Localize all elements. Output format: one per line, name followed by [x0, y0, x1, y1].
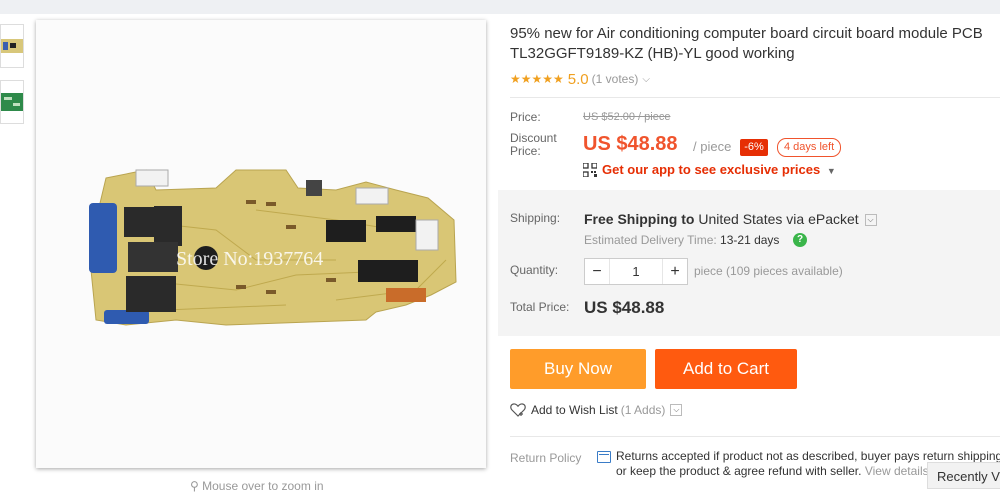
qr-code-icon [583, 163, 597, 177]
chevron-down-icon[interactable]: ⌵ [670, 404, 683, 416]
recently-viewed-tab[interactable]: Recently Viewed [927, 462, 1000, 489]
caret-down-icon: ▼ [826, 166, 836, 176]
return-policy-line-2: or keep the product & agree refund with … [616, 464, 862, 478]
top-bar [0, 0, 1000, 14]
free-shipping-text: Free Shipping to [584, 211, 695, 227]
total-price: US $48.88 [584, 298, 665, 317]
eta-label: Estimated Delivery Time: [584, 233, 717, 247]
store-watermark: Store No:1937764 [176, 248, 323, 270]
estimated-delivery: Estimated Delivery Time: 13-21 days [584, 233, 779, 247]
discount-price: US $48.88 [583, 133, 678, 155]
board-thumbnail-image [1, 39, 23, 53]
divider [510, 436, 1000, 437]
view-details-link[interactable]: View details [865, 464, 929, 478]
discount-badge: -6% [740, 139, 768, 156]
main-product-image[interactable]: Store No:1937764 [36, 20, 486, 468]
votes-count: (1 votes) [591, 72, 639, 86]
app-exclusive-prices-link[interactable]: Get our app to see exclusive prices ▼ [602, 162, 836, 177]
days-left-badge: 4 days left [777, 138, 842, 157]
total-price-label: Total Price: [510, 300, 570, 314]
return-policy-icon [597, 451, 611, 463]
quantity-input[interactable]: 1 [610, 259, 662, 284]
eta-value: 13-21 days [720, 233, 780, 247]
buy-now-button[interactable]: Buy Now [510, 349, 646, 389]
divider [510, 97, 1000, 98]
wishlist-count: (1 Adds) [620, 403, 666, 417]
chevron-down-icon[interactable]: ⌵ [642, 74, 650, 85]
app-exclusive-prices-text: Get our app to see exclusive prices [602, 162, 821, 177]
thumbnail-1[interactable] [0, 24, 24, 68]
add-to-cart-button[interactable]: Add to Cart [655, 349, 797, 389]
price-label: Price: [510, 110, 541, 124]
help-icon[interactable]: ? [793, 233, 807, 247]
original-price: US $52.00 / piece [583, 111, 671, 123]
shipping-destination: United States via ePacket [698, 211, 859, 227]
heart-icon [510, 403, 526, 417]
quantity-stepper: − 1 + [584, 258, 688, 285]
quantity-decrease-button[interactable]: − [585, 259, 610, 284]
discount-label-line-2: Price: [510, 144, 541, 158]
quantity-label: Quantity: [510, 263, 559, 277]
circuit-board-image: Store No:1937764 [89, 169, 457, 326]
rating[interactable]: ★★★★★ 5.0 (1 votes) ⌵ [510, 70, 650, 88]
product-title: 95% new for Air conditioning computer bo… [510, 24, 1000, 64]
zoom-hint: ⚲ Mouse over to zoom in [190, 479, 324, 493]
star-rating-icon: ★★★★★ [510, 72, 564, 86]
discount-price-label: Discount Price: [510, 132, 557, 158]
quantity-increase-button[interactable]: + [662, 259, 687, 284]
return-policy-label: Return Policy [510, 451, 582, 465]
zoom-hint-text: Mouse over to zoom in [202, 479, 324, 493]
chevron-down-icon[interactable]: ⌵ [864, 214, 877, 227]
quantity-availability: piece (109 pieces available) [694, 264, 843, 278]
rating-value: 5.0 [567, 70, 589, 88]
shipping-info[interactable]: Free Shipping to United States via ePack… [584, 211, 877, 227]
product-title-line-1: 95% new for Air conditioning computer bo… [510, 25, 983, 42]
board-back-thumbnail-image [1, 93, 23, 111]
magnifier-icon: ⚲ [190, 479, 199, 493]
add-to-wishlist[interactable]: Add to Wish List (1 Adds) ⌵ [510, 403, 683, 417]
thumbnail-2[interactable] [0, 80, 24, 124]
product-title-line-2: TL32GGFT9189-KZ (HB)-YL good working [510, 45, 795, 62]
per-piece-unit: / piece [693, 139, 732, 154]
wishlist-label: Add to Wish List [531, 403, 618, 417]
shipping-label: Shipping: [510, 211, 561, 225]
